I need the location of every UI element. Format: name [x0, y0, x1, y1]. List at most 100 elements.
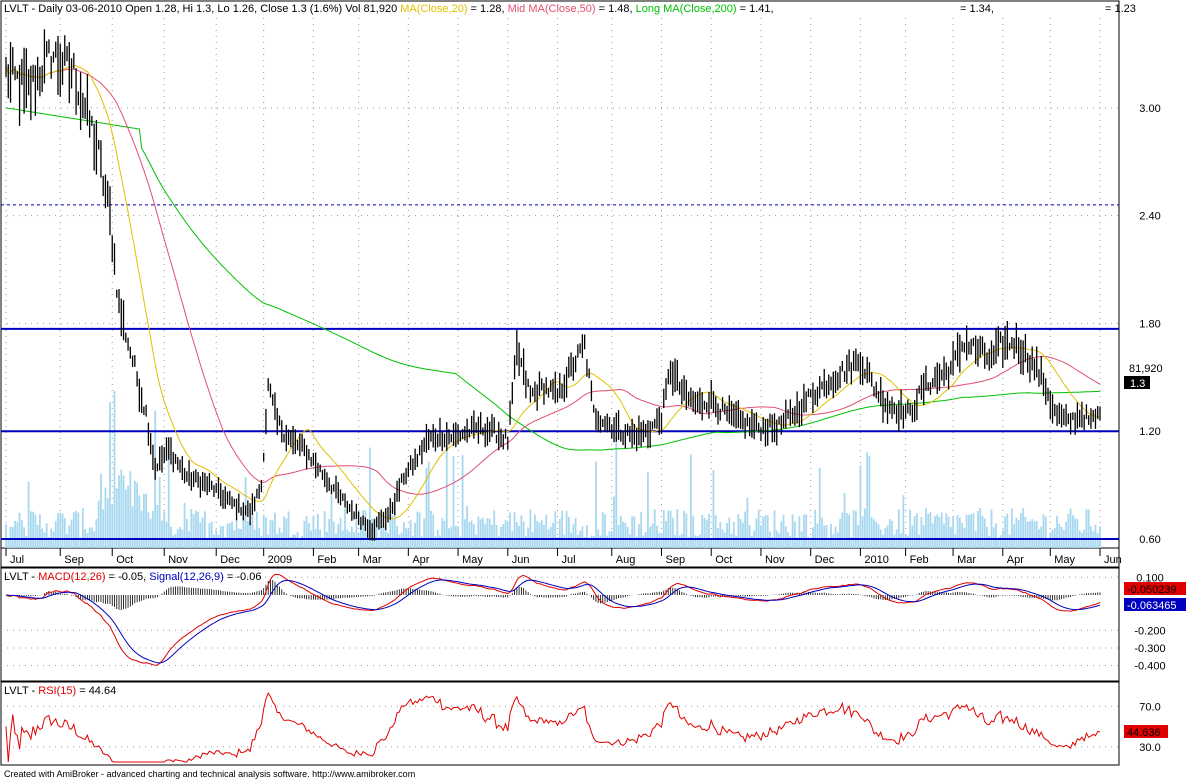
volume-bar: [938, 516, 941, 548]
volume-bar: [676, 509, 679, 548]
volume-bar: [307, 523, 310, 548]
volume-bar: [20, 520, 23, 548]
volume-bar: [656, 525, 658, 548]
volume-bar: [1085, 509, 1088, 548]
volume-bar: [789, 536, 792, 548]
volume-bar: [798, 516, 801, 548]
volume-bar: [929, 512, 932, 548]
volume-bar: [204, 511, 206, 548]
volume-bar: [122, 475, 125, 548]
price-tick-label: 3.00: [1139, 103, 1160, 115]
volume-bar: [312, 515, 315, 548]
volume-bar: [283, 516, 285, 548]
volume-bar: [147, 512, 150, 548]
volume-bar: [323, 511, 326, 548]
volume-bar: [34, 514, 37, 548]
volume-bar: [861, 516, 864, 548]
volume-bar: [680, 533, 683, 548]
price-tick-label: 2.40: [1139, 211, 1160, 223]
volume-bar: [210, 521, 213, 548]
volume-bar: [111, 504, 114, 548]
price-tick-label: 1.20: [1139, 426, 1160, 438]
volume-bar: [402, 522, 405, 548]
volume-bar: [631, 516, 634, 548]
volume-bar: [271, 520, 274, 548]
volume-bar: [549, 526, 552, 548]
volume-bar: [409, 520, 412, 548]
volume-bar: [857, 525, 860, 548]
volume-bar: [868, 456, 871, 548]
volume-bar: [54, 520, 57, 548]
volume-bar: [400, 532, 403, 548]
volume-bar: [841, 512, 844, 548]
volume-bar: [1015, 517, 1018, 548]
volume-bar: [100, 473, 102, 548]
volume-bar: [968, 514, 970, 548]
header-part: = 1.48,: [596, 3, 636, 15]
volume-bar: [475, 534, 478, 548]
header-part: MACD(12,26): [38, 571, 105, 583]
time-tick-label: Nov: [765, 554, 785, 566]
volume-bar: [262, 514, 265, 548]
volume-bar: [848, 514, 851, 548]
volume-bar: [102, 509, 105, 548]
volume-bar: [61, 513, 64, 548]
volume-bar: [615, 437, 618, 548]
volume-bar: [495, 524, 498, 548]
time-tick-label: Aug: [616, 554, 636, 566]
volume-bar: [854, 511, 857, 548]
volume-bar: [746, 497, 749, 548]
volume-bar: [190, 508, 193, 548]
volume-bar: [90, 527, 93, 548]
volume-bar: [581, 526, 584, 548]
volume-bar: [251, 510, 254, 548]
volume-bar: [486, 518, 489, 548]
time-tick-label: Sep: [64, 554, 84, 566]
header-part: MA(Close,20): [400, 3, 467, 15]
volume-bar: [916, 513, 918, 548]
volume-bar: [522, 521, 525, 548]
volume-bar: [977, 510, 979, 548]
volume-bar: [1013, 524, 1016, 548]
volume-bar: [1058, 523, 1061, 548]
header-part: = 1.28,: [468, 3, 508, 15]
header-part: Mid MA(Close,50): [508, 3, 596, 15]
volume-bar: [179, 526, 181, 548]
time-tick-label: Oct: [116, 554, 133, 566]
volume-bar: [269, 520, 272, 548]
volume-bar: [1067, 514, 1070, 548]
volume-bar: [870, 516, 873, 548]
volume-bar: [502, 523, 505, 548]
rsi-pane[interactable]: [0, 681, 1120, 766]
volume-bar: [649, 526, 652, 548]
volume-bar: [1019, 513, 1022, 548]
volume-bar: [1004, 516, 1006, 548]
volume-bar: [294, 534, 297, 548]
volume-bar: [925, 508, 927, 548]
volume-bar: [477, 516, 480, 548]
volume-bar: [963, 527, 966, 548]
macd-pane[interactable]: [0, 567, 1120, 682]
volume-bar: [628, 534, 631, 548]
header-part: Long MA(Close,200): [636, 3, 737, 15]
volume-bar: [491, 524, 493, 548]
volume-bar: [1026, 521, 1029, 548]
time-tick-label: Jun: [512, 554, 530, 566]
volume-bar: [398, 534, 401, 548]
volume-bar: [662, 510, 665, 548]
volume-bar: [350, 526, 353, 548]
volume-bar: [9, 526, 12, 548]
volume-bar: [601, 512, 604, 548]
volume-bar: [988, 535, 991, 548]
volume-bar: [897, 509, 900, 548]
volume-bar: [751, 536, 753, 548]
price-header: LVLT - Daily 03-06-2010 Open 1.28, Hi 1.…: [4, 3, 774, 15]
volume-bar: [72, 512, 75, 548]
volume-bar: [235, 520, 238, 548]
volume-bar: [927, 514, 930, 548]
volume-bar: [694, 535, 697, 548]
stock-chart[interactable]: 0.60 1.20 1.80 2.40 3.00 Jul Sep Oct Nov Dec 2009 F…: [0, 0, 1187, 781]
volume-bar: [592, 535, 595, 548]
volume-bar: [685, 513, 688, 548]
volume-bar: [344, 508, 346, 548]
